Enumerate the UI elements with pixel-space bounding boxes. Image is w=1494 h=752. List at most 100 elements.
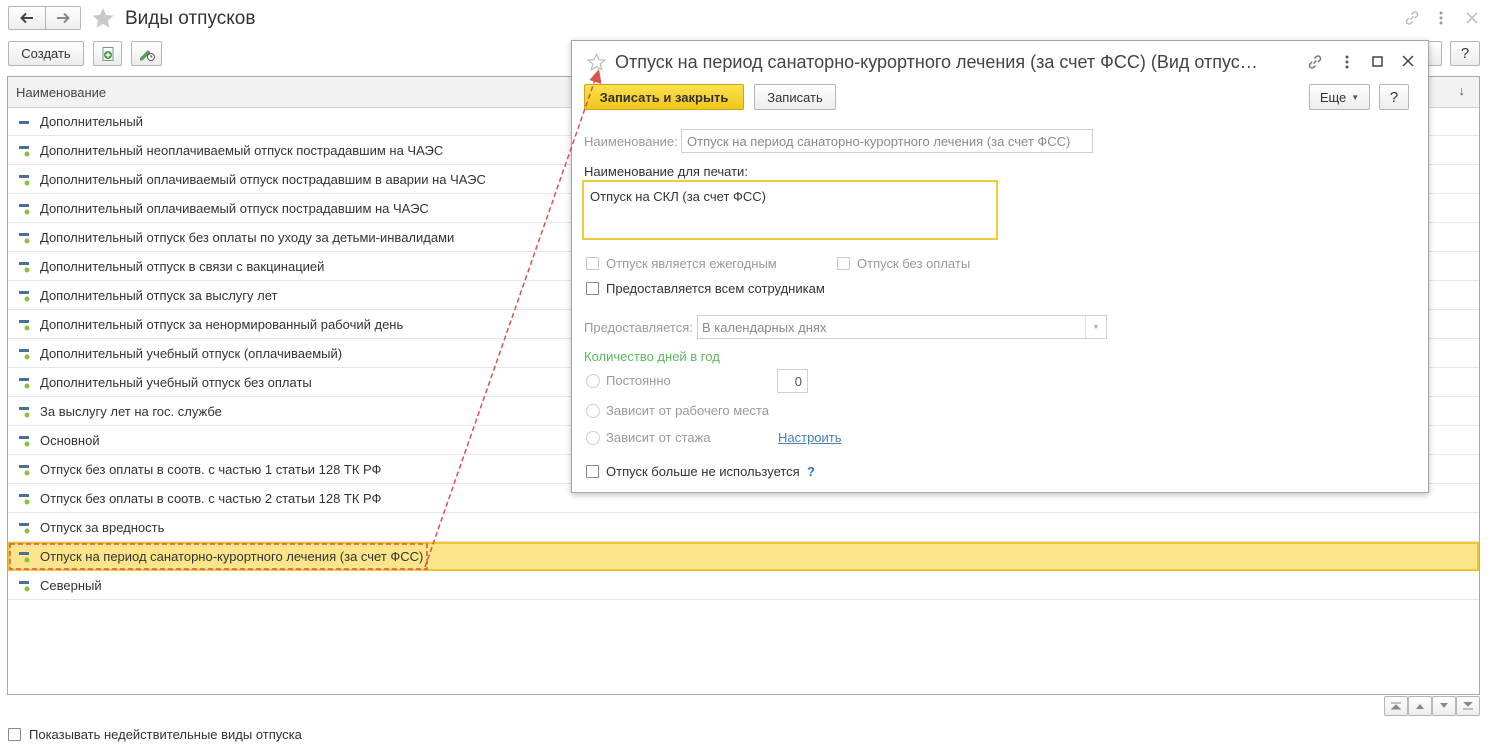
print-name-label: Наименование для печати:: [584, 164, 748, 179]
item-edit-icon: [19, 291, 30, 302]
add-copy-icon: [102, 46, 113, 61]
item-icon: [19, 121, 29, 124]
all-employees-label: Предоставляется всем сотрудникам: [606, 281, 825, 296]
constant-radio[interactable]: [586, 374, 600, 388]
unpaid-checkbox[interactable]: [837, 257, 850, 270]
name-field[interactable]: Отпуск на период санаторно-курортного ле…: [681, 129, 1093, 153]
days-per-year-heading: Количество дней в год: [584, 349, 720, 364]
row-label: Дополнительный оплачиваемый отпуск постр…: [40, 201, 429, 216]
scroll-bottom-icon: [1463, 702, 1473, 710]
item-edit-icon: [19, 146, 30, 157]
item-edit-icon: [19, 436, 30, 447]
row-label: Дополнительный учебный отпуск без оплаты: [40, 375, 312, 390]
row-label: Дополнительный отпуск за выслугу лет: [40, 288, 278, 303]
more-dropdown-main[interactable]: [1428, 41, 1442, 66]
window-title: Виды отпусков: [125, 8, 256, 29]
print-name-field[interactable]: Отпуск на СКЛ (за счет ФСС): [582, 180, 998, 240]
workplace-radio[interactable]: [586, 404, 600, 418]
row-label: Отпуск за вредность: [40, 520, 165, 535]
item-edit-icon: [19, 175, 30, 186]
back-button[interactable]: [8, 6, 46, 30]
save-and-close-button[interactable]: Записать и закрыть: [584, 84, 744, 110]
seniority-label: Зависит от стажа: [606, 430, 711, 445]
favorite-star-icon[interactable]: [91, 7, 115, 30]
show-invalid-label: Показывать недействительные виды отпуска: [29, 727, 302, 742]
scroll-bottom-button[interactable]: [1456, 696, 1480, 716]
item-edit-icon: [19, 494, 30, 505]
more-vertical-icon[interactable]: [1437, 10, 1445, 26]
link-icon[interactable]: [1404, 10, 1420, 26]
row-label: Дополнительный отпуск без оплаты по уход…: [40, 230, 455, 245]
item-edit-icon: [19, 552, 30, 563]
row-label: За выслугу лет на гос. службе: [40, 404, 222, 419]
not-used-help-icon[interactable]: ?: [807, 464, 815, 479]
item-edit-icon: [19, 523, 30, 534]
dialog-help-button[interactable]: ?: [1379, 84, 1409, 110]
item-edit-icon: [19, 465, 30, 476]
row-label: Дополнительный отпуск в связи с вакцинац…: [40, 259, 325, 274]
row-label: Дополнительный оплачиваемый отпуск постр…: [40, 172, 486, 187]
dialog-favorite-star-icon[interactable]: [587, 53, 606, 71]
copy-button[interactable]: [93, 41, 122, 66]
show-invalid-checkbox[interactable]: [8, 728, 21, 741]
row-label: Дополнительный отпуск за ненормированный…: [40, 317, 404, 332]
table-row-selected[interactable]: Отпуск на период санаторно-курортного ле…: [8, 542, 1479, 571]
all-employees-checkbox[interactable]: [586, 282, 599, 295]
item-edit-icon: [19, 262, 30, 273]
scroll-top-icon: [1391, 702, 1401, 710]
row-label: Дополнительный учебный отпуск (оплачивае…: [40, 346, 343, 361]
row-label: Отпуск без оплаты в соотв. с частью 2 ст…: [40, 491, 382, 506]
dialog-more-icon[interactable]: [1343, 54, 1351, 70]
dialog-link-icon[interactable]: [1307, 54, 1323, 70]
constant-label: Постоянно: [606, 373, 671, 388]
sort-indicator[interactable]: ↓: [1459, 83, 1466, 98]
scroll-top-button[interactable]: [1384, 696, 1408, 716]
workplace-label: Зависит от рабочего места: [606, 403, 769, 418]
not-used-label: Отпуск больше не используется: [606, 464, 800, 479]
constant-days-field[interactable]: 0: [777, 369, 808, 393]
create-button[interactable]: Создать: [8, 41, 84, 66]
vacation-type-dialog: Отпуск на период санаторно-курортного ле…: [571, 40, 1429, 493]
arrow-right-icon: [57, 12, 70, 24]
edit-pencil-icon: [139, 49, 155, 61]
scroll-down-button[interactable]: [1432, 696, 1456, 716]
forward-button[interactable]: [45, 6, 81, 30]
table-row[interactable]: Отпуск за вредность: [8, 513, 1479, 542]
select-arrow-icon[interactable]: ▼: [1085, 316, 1106, 338]
dialog-maximize-icon[interactable]: [1372, 56, 1383, 67]
close-window-icon[interactable]: [1466, 12, 1478, 24]
item-edit-icon: [19, 407, 30, 418]
dialog-close-icon[interactable]: [1402, 55, 1414, 67]
item-edit-icon: [19, 233, 30, 244]
annual-label: Отпуск является ежегодным: [606, 256, 777, 271]
scroll-up-icon: [1416, 704, 1424, 709]
seniority-radio[interactable]: [586, 431, 600, 445]
scroll-down-icon: [1440, 703, 1448, 708]
item-edit-icon: [19, 581, 30, 592]
provided-value: В календарных днях: [702, 320, 827, 335]
unpaid-label: Отпуск без оплаты: [857, 256, 971, 271]
column-header-name[interactable]: Наименование: [16, 85, 106, 100]
edit-button[interactable]: [131, 41, 162, 66]
row-label: Основной: [40, 433, 100, 448]
provided-select[interactable]: В календарных днях ▼: [697, 315, 1107, 339]
not-used-checkbox[interactable]: [586, 465, 599, 478]
row-label: Северный: [40, 578, 102, 593]
item-edit-icon: [19, 349, 30, 360]
scroll-up-button[interactable]: [1408, 696, 1432, 716]
dialog-title: Отпуск на период санаторно-курортного ле…: [615, 52, 1258, 72]
table-row[interactable]: Северный: [8, 571, 1479, 600]
save-button[interactable]: Записать: [754, 84, 836, 110]
item-edit-icon: [19, 320, 30, 331]
name-label: Наименование:: [584, 134, 678, 149]
provided-label: Предоставляется:: [584, 320, 693, 335]
row-label: Отпуск на период санаторно-курортного ле…: [40, 549, 424, 564]
item-edit-icon: [19, 378, 30, 389]
more-dropdown-button[interactable]: Еще ▼: [1309, 84, 1370, 110]
annual-checkbox[interactable]: [586, 257, 599, 270]
help-button-main[interactable]: ?: [1450, 41, 1480, 66]
row-label: Дополнительный неоплачиваемый отпуск пос…: [40, 143, 444, 158]
item-edit-icon: [19, 204, 30, 215]
more-label: Еще: [1319, 89, 1347, 105]
configure-link[interactable]: Настроить: [778, 430, 842, 445]
